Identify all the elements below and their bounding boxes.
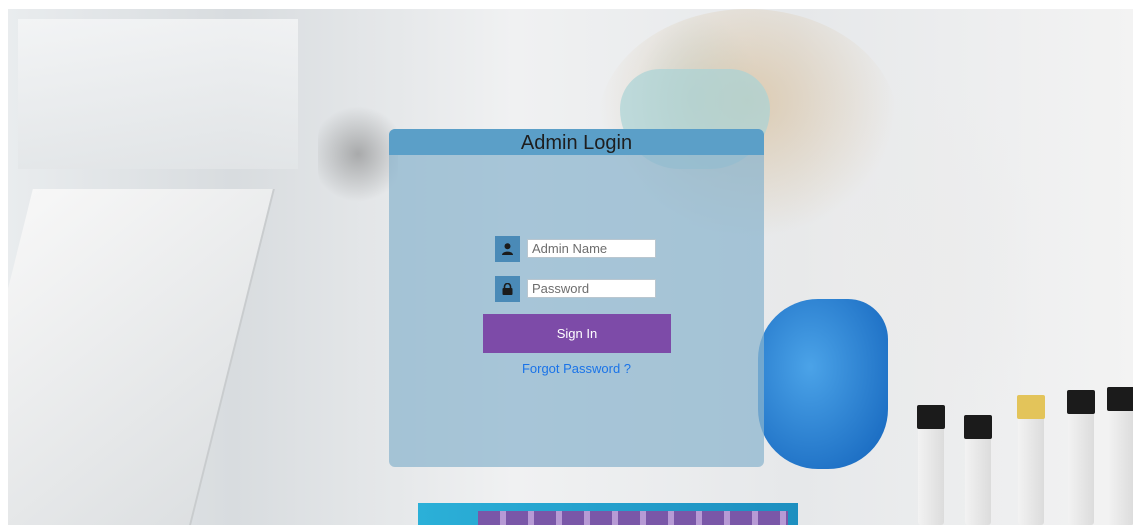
background-test-tube: [918, 415, 944, 525]
login-title: Admin Login: [520, 132, 633, 154]
background-test-tube: [1068, 400, 1094, 525]
background-tube-cap: [1107, 387, 1133, 411]
background-tube-cap: [1067, 390, 1095, 414]
login-page: Admin Login Sign In Forgot Password ?: [0, 0, 1133, 525]
background-test-tube: [1018, 405, 1044, 525]
background-tube-cap: [964, 415, 992, 439]
admin-name-input[interactable]: [527, 239, 656, 258]
background-window: [18, 19, 298, 169]
lock-icon: [495, 276, 520, 302]
background-tube-cap: [917, 405, 945, 429]
login-card-header: Admin Login: [389, 129, 764, 155]
password-row: [495, 276, 658, 302]
background-tube-cap: [1017, 395, 1045, 419]
user-icon: [495, 236, 520, 262]
password-input[interactable]: [527, 279, 656, 298]
background-test-tube: [1108, 397, 1133, 525]
sign-in-button[interactable]: Sign In: [483, 314, 671, 353]
username-row: [495, 236, 658, 262]
background-object: [318, 99, 398, 209]
login-card: Admin Login Sign In Forgot Password ?: [389, 129, 764, 467]
background-glove: [758, 299, 888, 469]
background-sample-row: [478, 511, 788, 525]
background-test-tube: [965, 425, 991, 525]
background-monitor: [8, 189, 275, 525]
forgot-password-link[interactable]: Forgot Password ?: [389, 361, 764, 376]
